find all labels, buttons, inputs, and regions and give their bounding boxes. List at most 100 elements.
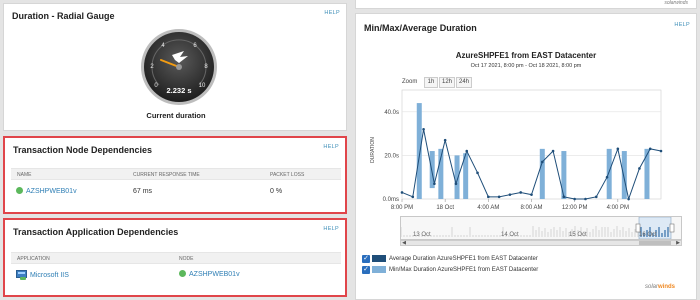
legend-minmax-swatch xyxy=(372,266,386,273)
average-point xyxy=(465,149,469,153)
app-row-node[interactable]: AZSHPWEB01v xyxy=(179,270,240,278)
average-point xyxy=(638,167,641,170)
node-help-link[interactable]: HELP xyxy=(323,144,339,150)
app-col-node: NODE xyxy=(179,256,194,262)
average-point xyxy=(530,193,533,196)
gauge-value: 2.232 s xyxy=(166,86,191,95)
average-point xyxy=(443,138,447,142)
node-col-response: CURRENT RESPONSE TIME xyxy=(133,172,200,178)
x-tick-label: 18 Oct xyxy=(436,205,454,211)
minmax-bar xyxy=(416,103,422,199)
legend-avg-swatch xyxy=(372,255,386,262)
navigator-handle-right xyxy=(669,223,675,233)
application-link[interactable]: Microsoft IIS xyxy=(30,272,69,279)
app-row-application[interactable]: Microsoft IIS xyxy=(16,270,69,280)
minmax-bar xyxy=(561,151,567,199)
average-point xyxy=(411,195,415,199)
average-point xyxy=(454,182,458,186)
gauge-panel-title: Duration - Radial Gauge xyxy=(12,11,115,21)
average-point xyxy=(605,175,609,179)
node-col-loss: PACKET LOSS xyxy=(270,172,305,178)
scroll-thumb[interactable] xyxy=(639,241,671,245)
navigator-minichart: 13 Oct 14 Oct 15 Oct 16 Oct xyxy=(400,216,675,240)
minmax-bar xyxy=(454,155,460,199)
iis-app-icon xyxy=(16,270,27,280)
node-dependencies-panel: Transaction Node Dependencies HELP NAME … xyxy=(3,136,347,214)
average-point xyxy=(508,193,512,196)
average-point xyxy=(616,147,620,151)
node-link[interactable]: AZSHPWEB01v xyxy=(26,188,77,195)
app-dependencies-panel: Transaction Application Dependencies HEL… xyxy=(3,218,347,297)
y-axis-title: DURATION xyxy=(370,137,376,163)
average-point xyxy=(433,182,436,186)
scroll-right-arrow[interactable]: ▶ xyxy=(675,241,681,246)
average-point xyxy=(540,160,544,164)
app-col-application: APPLICATION xyxy=(17,256,50,262)
gauge-scale-10: 10 xyxy=(199,83,206,89)
x-tick-label: 4:00 AM xyxy=(477,205,499,211)
navigator-handle-left xyxy=(635,223,641,233)
app-node-link[interactable]: AZSHPWEB01v xyxy=(189,271,240,278)
x-tick-label: 8:00 AM xyxy=(520,205,542,211)
gauge-panel: Duration - Radial Gauge HELP 0 2 4 6 8 1… xyxy=(3,3,347,131)
average-point xyxy=(422,127,425,131)
node-packet-loss: 0 % xyxy=(270,188,283,195)
node-response-time: 67 ms xyxy=(133,188,153,195)
navigator-date-label: 14 Oct xyxy=(501,232,519,238)
chart-title: AzureSHPFE1 from EAST Datacenter xyxy=(455,51,597,60)
average-point xyxy=(594,195,598,199)
y-tick-label: 20.0s xyxy=(384,153,399,159)
gauge-help-link[interactable]: HELP xyxy=(324,10,340,16)
navigator-date-label: 13 Oct xyxy=(413,232,431,238)
top-solarwinds-logo: solarwinds xyxy=(664,0,688,6)
zoom-label: Zoom xyxy=(402,79,418,85)
x-tick-label: 4:00 PM xyxy=(607,205,629,211)
scroll-left-arrow[interactable]: ◀ xyxy=(401,241,407,246)
legend-minmax-label: Min/Max Duration AzureSHPFE1 from EAST D… xyxy=(389,267,539,273)
minmax-bar xyxy=(539,148,545,199)
minmax-bar xyxy=(606,148,612,199)
y-tick-label: 40.0s xyxy=(384,110,399,116)
x-tick-label: 12:00 PM xyxy=(562,205,588,211)
node-col-name: NAME xyxy=(17,172,32,178)
average-point xyxy=(519,191,523,194)
navigator-date-label: 15 Oct xyxy=(569,232,587,238)
legend-avg-label: Average Duration AzureSHPFE1 from EAST D… xyxy=(389,256,538,262)
average-point xyxy=(573,197,576,201)
average-point xyxy=(627,197,630,201)
average-point xyxy=(562,195,566,199)
chart-panel-title: Min/Max/Average Duration xyxy=(364,23,477,33)
legend-avg-checkbox[interactable]: ✓ xyxy=(362,255,370,263)
chart-help-link[interactable]: HELP xyxy=(674,22,690,28)
legend-minmax-checkbox[interactable]: ✓ xyxy=(362,266,370,274)
status-up-icon xyxy=(179,270,186,277)
duration-chart: DURATION 0.0ms 20.0s 40.0s 8:00 PM 18 Oct 4:0… xyxy=(370,89,663,211)
node-row-name[interactable]: AZSHPWEB01v xyxy=(16,187,77,195)
average-point xyxy=(400,191,404,194)
app-panel-title: Transaction Application Dependencies xyxy=(13,227,179,237)
average-point xyxy=(659,149,663,153)
status-up-icon xyxy=(16,187,23,194)
y-tick-label: 0.0ms xyxy=(383,197,399,203)
navigator-date-label: 16 Oct xyxy=(639,232,657,238)
app-table-header xyxy=(11,252,341,264)
app-help-link[interactable]: HELP xyxy=(323,226,339,232)
gauge-caption: Current duration xyxy=(146,111,206,120)
average-point xyxy=(648,147,652,151)
navigator-scrollbar[interactable]: ◀ ▶ xyxy=(400,240,682,246)
radial-gauge: 0 2 4 6 8 10 2.232 s xyxy=(141,29,217,105)
node-panel-title: Transaction Node Dependencies xyxy=(13,145,153,155)
average-point xyxy=(497,195,501,199)
solarwinds-logo: solarwinds xyxy=(645,284,676,290)
top-partial-panel: solarwinds xyxy=(355,0,697,9)
average-point xyxy=(551,149,555,153)
chart-subtitle: Oct 17 2021, 8:00 pm - Oct 18 2021, 8:00… xyxy=(470,63,582,69)
navigator-history xyxy=(400,226,639,237)
minmax-bar xyxy=(644,148,650,199)
average-point xyxy=(476,171,479,175)
average-point xyxy=(487,195,490,199)
x-tick-label: 8:00 PM xyxy=(391,205,413,211)
average-point xyxy=(584,197,587,201)
minmax-bar xyxy=(621,151,627,199)
range-navigator[interactable]: 13 Oct 14 Oct 15 Oct 16 Oct xyxy=(400,216,682,240)
